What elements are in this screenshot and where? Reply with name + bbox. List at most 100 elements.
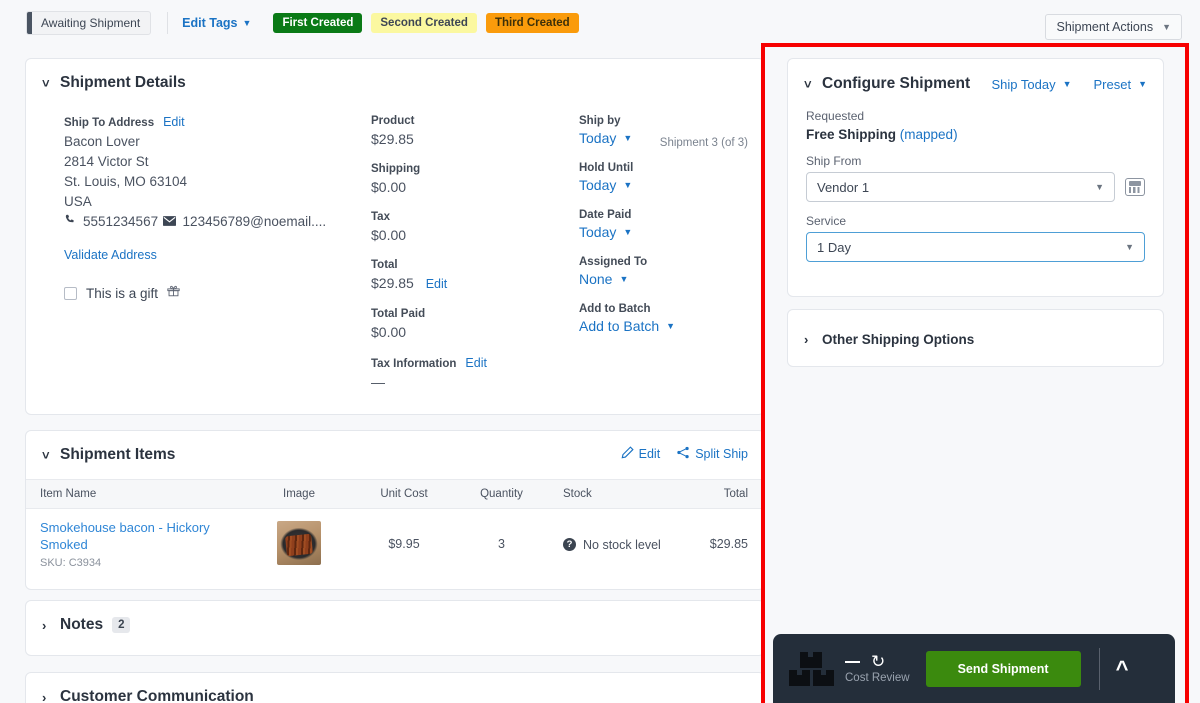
chevron-down-icon: ˅ (42, 75, 50, 91)
ship-to-address-column: Ship To Address Edit Bacon Lover 2814 Vi… (26, 115, 371, 406)
ship-today-dropdown[interactable]: Ship Today ▼ (991, 77, 1071, 92)
chevron-up-icon[interactable]: ^ (1116, 657, 1129, 680)
edit-total-link[interactable]: Edit (426, 277, 448, 291)
ship-today-label: Ship Today (991, 76, 1056, 92)
add-to-batch-value: Add to Batch (579, 318, 660, 334)
edit-address-link[interactable]: Edit (163, 115, 185, 129)
shipment-details-header[interactable]: ˅ Shipment Details (26, 59, 764, 107)
amount-total-value-row: $29.85 Edit (371, 274, 579, 294)
send-shipment-button[interactable]: Send Shipment (925, 650, 1081, 687)
toolbar-divider (167, 12, 169, 34)
item-sku: SKU: C3934 (40, 557, 102, 569)
other-shipping-options-header[interactable]: › Other Shipping Options (788, 310, 1163, 368)
edit-items-button[interactable]: Edit (621, 446, 660, 462)
assigned-to-dropdown[interactable]: None ▼ (579, 271, 628, 287)
assigned-to-value: None (579, 271, 613, 287)
ship-to-address-label-row: Ship To Address Edit (64, 115, 371, 129)
item-name-link[interactable]: Smokehouse bacon - Hickory Smoked (40, 519, 244, 553)
amount-total: Total $29.85 Edit (371, 259, 579, 294)
chevron-down-icon: ▼ (1138, 78, 1147, 89)
service-label: Service (806, 214, 847, 228)
chevron-right-icon: › (804, 331, 809, 347)
chevron-down-icon: ˅ (804, 76, 812, 92)
table-header-row: Item Name Image Unit Cost Quantity Stock… (26, 479, 764, 509)
cost-review-label: Cost Review (845, 672, 910, 684)
tax-information-label: Tax Information (371, 358, 457, 370)
shipment-details-card: ˅ Shipment Details Shipment 3 (of 3) Shi… (25, 58, 765, 415)
edit-tax-information-link[interactable]: Edit (465, 356, 487, 370)
gift-checkbox[interactable] (64, 286, 77, 300)
tag-first-created[interactable]: First Created (273, 13, 363, 33)
mapped-link[interactable]: (mapped) (900, 127, 958, 142)
shipment-items-actions: Edit Split Ship (621, 446, 748, 462)
validate-address-link[interactable]: Validate Address (64, 248, 371, 262)
recipient-email-row: 123456789@noemail.... (162, 212, 327, 232)
add-to-batch-dropdown[interactable]: Add to Batch ▼ (579, 318, 675, 334)
service-select[interactable]: 1 Day ▼ (806, 232, 1145, 262)
amount-shipping-label: Shipping (371, 163, 421, 175)
ship-by-dropdown[interactable]: Today ▼ (579, 130, 632, 146)
ship-from-row: Vendor 1 ▼ (806, 172, 1145, 202)
cost-review-block: ↻ Cost Review (845, 653, 910, 684)
pencil-icon (621, 446, 634, 462)
assigned-to-label: Assigned To (579, 256, 648, 268)
customer-communication-card[interactable]: › Customer Communication (25, 672, 765, 703)
chevron-down-icon: ▼ (1125, 242, 1134, 252)
calculator-icon[interactable] (1125, 178, 1145, 196)
top-toolbar: Awaiting Shipment Edit Tags ▼ First Crea… (0, 0, 1200, 46)
bar-divider (1098, 647, 1100, 690)
requested-label: Requested (806, 109, 865, 123)
column-header-quantity: Quantity (454, 479, 549, 509)
ship-by-value: Today (579, 130, 617, 146)
edit-tags-label: Edit Tags (182, 16, 238, 30)
ship-from-value: Vendor 1 (817, 179, 870, 195)
tag-third-created[interactable]: Third Created (485, 13, 579, 33)
cell-quantity: 3 (498, 537, 505, 551)
amount-total-value: $29.85 (371, 275, 414, 291)
product-thumbnail[interactable] (277, 520, 321, 565)
amount-tax-value: $0.00 (371, 227, 407, 243)
gift-checkbox-row[interactable]: This is a gift (64, 284, 371, 302)
recipient-email: 123456789@noemail.... (182, 214, 327, 229)
gift-label: This is a gift (86, 285, 159, 301)
cell-item-image (244, 509, 354, 580)
column-header-total: Total (679, 479, 764, 509)
notes-header[interactable]: › Notes 2 (26, 601, 764, 649)
add-to-batch-label: Add to Batch (579, 303, 651, 315)
cell-item-name: Smokehouse bacon - Hickory Smoked SKU: C… (26, 509, 244, 580)
configure-shipment-header[interactable]: ˅ Configure Shipment Ship Today ▼ Preset… (788, 59, 1163, 109)
ship-by-label: Ship by (579, 115, 621, 127)
configure-shipment-body: Requested Free Shipping (mapped) Ship Fr… (788, 109, 1163, 262)
amount-total-paid-value: $0.00 (371, 324, 407, 340)
status-badge-awaiting-shipment[interactable]: Awaiting Shipment (26, 11, 152, 35)
chevron-down-icon: ▼ (1062, 78, 1072, 89)
tag-second-created[interactable]: Second Created (371, 13, 477, 33)
refresh-icon[interactable]: ↻ (871, 653, 885, 670)
customer-communication-header[interactable]: › Customer Communication (26, 673, 764, 703)
split-ship-label: Split Ship (695, 447, 748, 461)
preset-dropdown[interactable]: Preset ▼ (1094, 77, 1148, 92)
column-header-unit-cost: Unit Cost (354, 479, 454, 509)
shipment-items-title: Shipment Items (60, 446, 176, 463)
customer-communication-title: Customer Communication (60, 688, 254, 703)
chevron-down-icon: ▼ (623, 132, 633, 143)
preset-label: Preset (1093, 76, 1132, 92)
notes-card[interactable]: › Notes 2 (25, 600, 765, 656)
tax-information-value: — (371, 374, 385, 390)
date-paid-dropdown[interactable]: Today ▼ (579, 224, 632, 240)
chevron-down-icon: ˅ (42, 447, 50, 463)
shipment-actions-button[interactable]: Shipment Actions ▼ (1045, 14, 1182, 40)
column-header-item-name: Item Name (26, 479, 244, 509)
split-ship-button[interactable]: Split Ship (676, 446, 748, 462)
column-header-stock: Stock (549, 479, 679, 509)
requested-value-row: Free Shipping (mapped) (806, 127, 1145, 142)
other-shipping-options-card[interactable]: › Other Shipping Options (787, 309, 1164, 367)
ship-to-address-label: Ship To Address (64, 117, 155, 129)
ship-from-select[interactable]: Vendor 1 ▼ (806, 172, 1115, 202)
notes-count-badge: 2 (112, 617, 131, 633)
hold-until-dropdown[interactable]: Today ▼ (579, 177, 632, 193)
edit-tags-dropdown[interactable]: Edit Tags ▼ (182, 16, 251, 30)
cell-unit-cost: $9.95 (388, 537, 420, 551)
chevron-down-icon: ▼ (623, 179, 633, 190)
column-header-image: Image (244, 479, 354, 509)
